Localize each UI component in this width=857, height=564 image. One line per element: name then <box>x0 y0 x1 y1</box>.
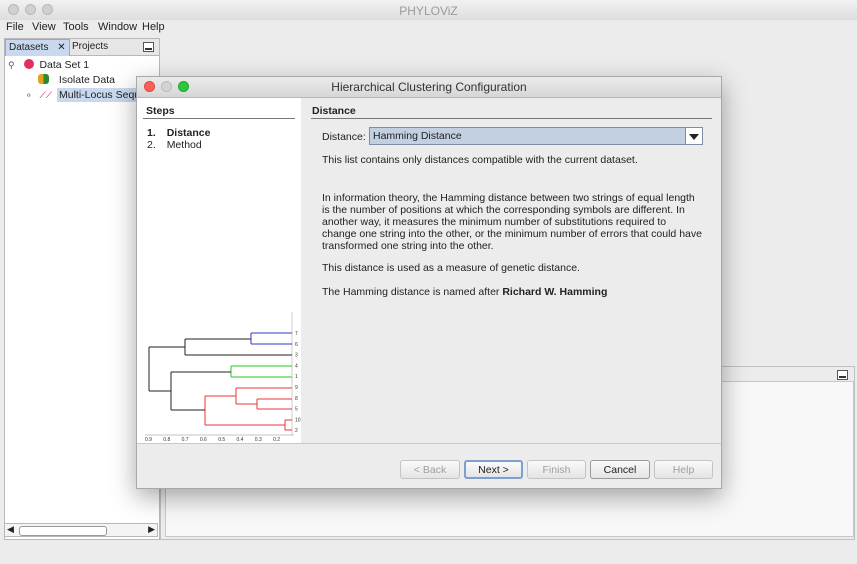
step-label: Distance <box>166 127 211 139</box>
expand-handle-icon[interactable]: ⚲ <box>8 60 15 70</box>
scroll-thumb[interactable] <box>19 526 107 536</box>
dendrogram-leaf-label: 7 <box>295 331 298 337</box>
step-method: 2. Method <box>147 139 202 151</box>
description-paragraph: In information theory, the Hamming dista… <box>322 192 702 252</box>
tab-datasets-label: Datasets <box>9 42 49 53</box>
dendrogram-illustration: 7 6 3 4 1 9 8 5 10 2 0.9 0.8 0.7 0.6 0.5 0.4 0.3 0.2 <box>145 312 301 442</box>
distance-hint: This list contains only distances compat… <box>322 154 638 166</box>
menu-window[interactable]: Window <box>98 21 137 33</box>
steps-heading: Steps <box>146 105 175 117</box>
chevron-down-icon[interactable] <box>685 128 702 144</box>
close-tab-icon[interactable]: ✕ <box>57 42 65 53</box>
scroll-left-icon[interactable]: ◀ <box>7 524 14 535</box>
finish-button[interactable]: Finish <box>527 460 586 479</box>
branch-black-2 <box>170 371 231 411</box>
description-paragraph: The Hamming distance is named after Rich… <box>322 286 702 298</box>
dataset-icon <box>23 59 34 69</box>
panel-tabs: Datasets ✕ Projects <box>5 39 159 56</box>
dendrogram-axis-tick: 0.2 <box>273 437 280 442</box>
dendrogram-leaf-label: 5 <box>295 407 298 413</box>
dialog-titlebar: Hierarchical Clustering Configuration <box>137 77 721 98</box>
dendrogram-axis-tick: 0.9 <box>145 437 152 442</box>
dendrogram-leaf-label: 9 <box>295 385 298 391</box>
app-title: PHYLOViZ <box>399 4 458 18</box>
clustering-dialog: Hierarchical Clustering Configuration St… <box>136 76 722 489</box>
tab-projects-label: Projects <box>72 41 109 52</box>
dendrogram-axis-tick: 0.8 <box>163 437 170 442</box>
attribution-text: The Hamming distance is named after <box>322 286 500 298</box>
back-button[interactable]: < Back <box>400 460 460 479</box>
minimize-output-icon[interactable] <box>837 370 848 380</box>
menu-help[interactable]: Help <box>142 21 165 33</box>
app-titlebar: PHYLOViZ <box>0 0 857 21</box>
tree-item-mlst[interactable]: ⚬ ⟋⟋ Multi-Locus Sequ <box>25 88 143 102</box>
branch-blue <box>250 332 292 345</box>
dendrogram-leaf-label: 6 <box>295 342 298 348</box>
next-button[interactable]: Next > <box>464 460 523 479</box>
branch-black-3 <box>148 346 185 392</box>
distance-description: In information theory, the Hamming dista… <box>309 179 713 444</box>
branch-black-1 <box>184 338 292 356</box>
button-bar: < Back Next > Finish Cancel Help <box>137 443 721 489</box>
dendrogram-axis-tick: 0.6 <box>200 437 207 442</box>
help-button[interactable]: Help <box>654 460 713 479</box>
description-paragraph: This distance is used as a measure of ge… <box>322 262 580 274</box>
dendrogram-leaf-label: 2 <box>295 428 298 434</box>
mlst-label: Multi-Locus Sequ <box>57 88 143 102</box>
branch-green <box>230 365 292 378</box>
branch-red-2 <box>235 387 292 405</box>
dendrogram-axis-tick: 0.4 <box>237 437 244 442</box>
tree-root-label: Data Set 1 <box>39 59 90 71</box>
tab-datasets[interactable]: Datasets ✕ <box>5 39 70 56</box>
attribution-name: Richard W. Hamming <box>502 286 608 298</box>
tree-item-isolate-data[interactable]: Isolate Data <box>38 74 115 86</box>
distance-select[interactable]: Hamming Distance <box>369 127 703 145</box>
content-pane: Distance Distance: Hamming Distance This… <box>301 98 721 444</box>
horizontal-scrollbar[interactable]: ◀ ▶ <box>4 523 158 537</box>
content-divider <box>311 118 712 119</box>
expand-handle-icon[interactable]: ⚬ <box>25 90 33 100</box>
scroll-right-icon[interactable]: ▶ <box>148 524 155 535</box>
dendrogram-axis-tick: 0.5 <box>218 437 225 442</box>
menu-file[interactable]: File <box>6 21 24 33</box>
menu-view[interactable]: View <box>32 21 56 33</box>
steps-divider <box>143 118 295 119</box>
isolate-data-label: Isolate Data <box>58 74 115 86</box>
mlst-icon: ⟋⟋ <box>39 90 53 100</box>
menubar: File View Tools Window Help <box>0 20 857 35</box>
dendrogram-leaf-label: 3 <box>295 353 298 359</box>
dendrogram-axis-tick: 0.7 <box>182 437 189 442</box>
menu-tools[interactable]: Tools <box>63 21 89 33</box>
minimize-panel-icon[interactable] <box>143 42 154 52</box>
branch-red-4 <box>204 395 285 426</box>
distance-label: Distance: <box>322 131 366 143</box>
content-heading: Distance <box>312 105 356 117</box>
dendrogram-leaf-label: 1 <box>295 374 298 380</box>
dendrogram-leaf-label: 10 <box>295 417 301 423</box>
branch-red-3 <box>284 419 292 431</box>
isolate-data-icon <box>38 74 49 84</box>
steps-pane: Steps 1. Distance 2. Method 7 6 3 4 1 9 8 … <box>137 98 301 443</box>
dendrogram-axis-tick: 0.3 <box>255 437 262 442</box>
step-label: Method <box>166 139 202 151</box>
dialog-title: Hierarchical Clustering Configuration <box>331 80 527 94</box>
dendrogram-leaf-label: 8 <box>295 396 298 402</box>
cancel-button[interactable]: Cancel <box>590 460 650 479</box>
step-number: 1. <box>147 127 156 139</box>
branch-red-1 <box>256 398 292 410</box>
tab-projects[interactable]: Projects <box>69 39 111 55</box>
step-number: 2. <box>147 139 156 151</box>
tree-root[interactable]: ⚲ Data Set 1 <box>8 59 89 71</box>
distance-select-value: Hamming Distance <box>373 130 462 142</box>
step-distance: 1. Distance <box>147 127 210 139</box>
dendrogram-leaf-label: 4 <box>295 363 298 369</box>
